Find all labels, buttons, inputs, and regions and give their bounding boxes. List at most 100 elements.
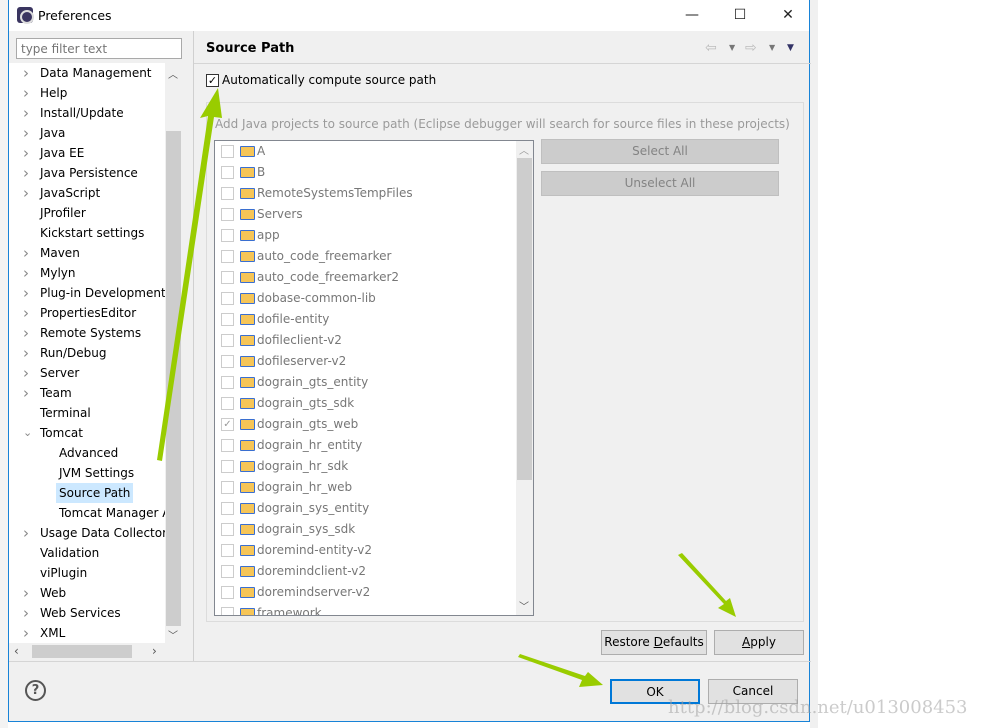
auto-compute-checkbox[interactable]: ✓ <box>206 74 219 87</box>
header-separator <box>194 63 811 64</box>
project-checkbox[interactable] <box>221 481 234 494</box>
tree-item-label: viPlugin <box>40 566 88 580</box>
chevron-right-icon[interactable]: › <box>23 63 33 83</box>
chevron-right-icon[interactable]: › <box>23 83 33 103</box>
project-name: auto_code_freemarker <box>257 249 392 263</box>
chevron-right-icon[interactable]: › <box>23 303 33 323</box>
project-checkbox[interactable] <box>221 271 234 284</box>
project-checkbox[interactable] <box>221 229 234 242</box>
project-checkbox[interactable] <box>221 145 234 158</box>
chevron-right-icon[interactable]: › <box>23 103 33 123</box>
tree-item-label: Plug-in Development <box>40 286 166 300</box>
project-checkbox[interactable] <box>221 607 234 615</box>
chevron-right-icon[interactable]: › <box>23 583 33 603</box>
background-window <box>0 0 8 728</box>
watermark: http://blog.csdn.net/u013008453 <box>668 697 968 718</box>
project-checkbox[interactable] <box>221 355 234 368</box>
folder-icon <box>240 209 255 220</box>
chevron-right-icon[interactable]: › <box>23 603 33 623</box>
project-checkbox[interactable] <box>221 292 234 305</box>
scroll-right-icon[interactable]: › <box>152 644 157 658</box>
project-checkbox[interactable] <box>221 565 234 578</box>
tree-item-label: XML <box>40 626 66 640</box>
project-name: RemoteSystemsTempFiles <box>257 186 413 200</box>
folder-icon <box>240 461 255 472</box>
chevron-down-icon[interactable]: ⌄ <box>23 423 33 443</box>
scrollbar-thumb[interactable] <box>517 158 532 480</box>
project-checkbox[interactable]: ✓ <box>221 418 234 431</box>
project-name: Servers <box>257 207 303 221</box>
back-dropdown-icon[interactable]: ▼ <box>729 43 735 52</box>
scroll-left-icon[interactable]: ‹ <box>14 644 19 658</box>
chevron-right-icon[interactable]: › <box>23 383 33 403</box>
folder-icon <box>240 377 255 388</box>
project-checkbox[interactable] <box>221 376 234 389</box>
forward-dropdown-icon[interactable]: ▼ <box>769 43 775 52</box>
project-name: dofile-entity <box>257 312 330 326</box>
view-menu-icon[interactable]: ▼ <box>787 43 794 53</box>
tree-item-label: PropertiesEditor <box>40 306 137 320</box>
scrollbar-thumb[interactable] <box>32 645 132 658</box>
chevron-right-icon[interactable]: › <box>23 163 33 183</box>
scroll-down-icon[interactable]: ﹀ <box>168 627 178 642</box>
project-checkbox[interactable] <box>221 166 234 179</box>
chevron-right-icon[interactable]: › <box>23 363 33 383</box>
chevron-right-icon[interactable]: › <box>23 323 33 343</box>
project-checkbox[interactable] <box>221 523 234 536</box>
select-all-button[interactable]: Select All <box>541 139 779 164</box>
auto-compute-label[interactable]: Automatically compute source path <box>222 73 436 87</box>
list-vertical-scrollbar[interactable]: ︿ ﹀ <box>516 141 533 615</box>
help-icon[interactable]: ? <box>25 680 46 701</box>
tree-item-label: JVM Settings <box>59 466 135 480</box>
forward-icon[interactable]: ⇨ <box>745 40 757 56</box>
chevron-right-icon[interactable]: › <box>23 523 33 543</box>
restore-label-rest: efaults <box>662 635 704 649</box>
preferences-dialog: Preferences — ☐ ✕ ›Data Management›Help›… <box>8 0 811 722</box>
project-checkbox[interactable] <box>221 397 234 410</box>
scrollbar-thumb[interactable] <box>166 131 181 626</box>
chevron-right-icon[interactable]: › <box>23 243 33 263</box>
maximize-button[interactable]: ☐ <box>725 4 755 26</box>
project-checkbox[interactable] <box>221 439 234 452</box>
scroll-up-icon[interactable]: ︿ <box>519 142 529 157</box>
project-checkbox[interactable] <box>221 502 234 515</box>
project-checkbox[interactable] <box>221 544 234 557</box>
apply-button[interactable]: Apply <box>714 630 804 655</box>
project-checkbox[interactable] <box>221 208 234 221</box>
tree-item-label: Server <box>40 366 80 380</box>
scroll-down-icon[interactable]: ﹀ <box>519 598 529 613</box>
project-checkbox[interactable] <box>221 334 234 347</box>
close-button[interactable]: ✕ <box>773 4 803 26</box>
chevron-right-icon[interactable]: › <box>23 283 33 303</box>
project-checkbox[interactable] <box>221 313 234 326</box>
project-checkbox[interactable] <box>221 187 234 200</box>
tree-item-label: Help <box>40 86 68 100</box>
filter-input[interactable] <box>16 38 182 59</box>
project-name: B <box>257 165 266 179</box>
folder-icon <box>240 146 255 157</box>
chevron-right-icon[interactable]: › <box>23 143 33 163</box>
restore-defaults-button[interactable]: Restore Defaults <box>601 630 707 655</box>
chevron-right-icon[interactable]: › <box>23 343 33 363</box>
chevron-right-icon[interactable]: › <box>23 263 33 283</box>
chevron-right-icon[interactable]: › <box>23 623 33 643</box>
project-checkbox[interactable] <box>221 460 234 473</box>
group-label: Add Java projects to source path (Eclips… <box>215 117 790 131</box>
project-checkbox[interactable] <box>221 250 234 263</box>
project-name: dograin_sys_sdk <box>257 522 356 536</box>
back-icon[interactable]: ⇦ <box>705 40 717 56</box>
chevron-right-icon[interactable]: › <box>23 183 33 203</box>
tree-item-label: JProfiler <box>40 206 86 220</box>
project-name: doremind-entity-v2 <box>257 543 372 557</box>
chevron-right-icon[interactable]: › <box>23 123 33 143</box>
scroll-up-icon[interactable]: ︿ <box>168 66 178 81</box>
project-name: dograin_sys_entity <box>257 501 370 515</box>
tree-horizontal-scrollbar[interactable]: ‹ › <box>9 643 182 660</box>
project-checkbox[interactable] <box>221 586 234 599</box>
unselect-all-button[interactable]: Unselect All <box>541 171 779 196</box>
tree-vertical-scrollbar[interactable]: ︿ ﹀ <box>165 63 182 643</box>
minimize-button[interactable]: — <box>677 4 707 26</box>
tree-item-label: Data Management <box>40 66 152 80</box>
folder-icon <box>240 419 255 430</box>
sash-divider[interactable] <box>193 31 194 661</box>
